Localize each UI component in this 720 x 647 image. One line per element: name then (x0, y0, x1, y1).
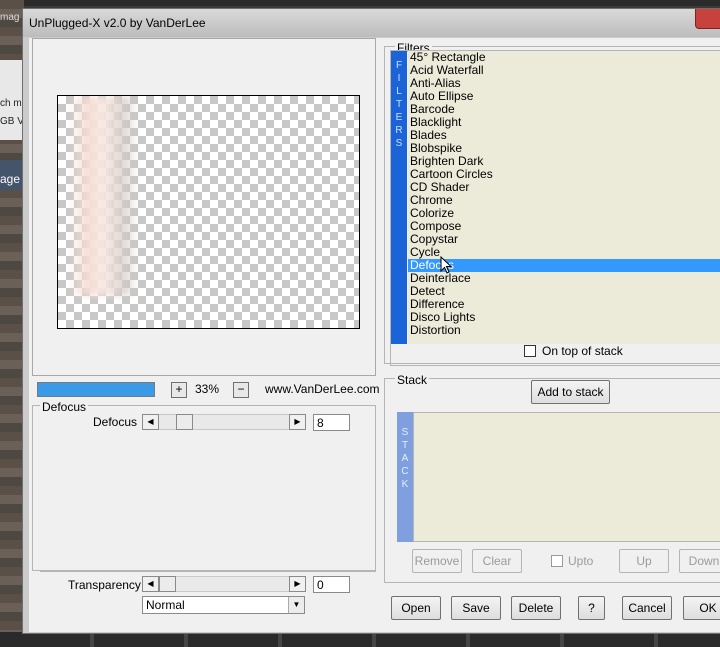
defocus-slider-thumb[interactable] (176, 414, 193, 430)
upto-label: Upto (568, 554, 594, 568)
list-item[interactable]: Blacklight (408, 116, 720, 129)
close-button[interactable] (695, 9, 720, 29)
tab-letter: K (401, 479, 409, 490)
transparency-slider-track[interactable] (159, 576, 289, 592)
filters-list[interactable]: 45° Rectangle Acid Waterfall Anti-Alias … (408, 51, 720, 344)
list-item[interactable]: Copystar (408, 233, 720, 246)
tab-letter: L (396, 86, 402, 97)
progress-bar (37, 382, 155, 397)
tab-letter: T (401, 440, 409, 451)
tab-letter: T (395, 99, 403, 110)
upto-checkbox[interactable] (551, 555, 563, 567)
background-text: mag (0, 12, 20, 23)
filters-list-box: F I L T E R S 45° Rectangle Acid Waterfa… (390, 50, 720, 366)
on-top-of-stack-label: On top of stack (542, 344, 623, 358)
tab-letter: F (395, 60, 403, 71)
preview-image[interactable] (57, 95, 360, 329)
mouse-cursor-icon (440, 256, 453, 274)
list-item[interactable]: Distortion (408, 324, 720, 337)
transparency-slider-thumb[interactable] (159, 576, 176, 592)
tab-letter: C (401, 466, 409, 477)
zoom-level: 33% (195, 382, 220, 396)
clear-button[interactable]: Clear (472, 549, 522, 573)
delete-button[interactable]: Delete (511, 596, 561, 620)
tab-letter: R (395, 125, 403, 136)
defocus-group-title: Defocus (40, 400, 89, 414)
stack-list[interactable] (413, 412, 720, 542)
window-title: UnPlugged-X v2.0 by VanDerLee (29, 16, 206, 30)
list-item[interactable]: Chrome (408, 194, 720, 207)
background-taskbar (0, 0, 720, 6)
website-link[interactable]: www.VanDerLee.com (265, 382, 380, 396)
open-button[interactable]: Open (391, 596, 441, 620)
tab-letter: I (397, 73, 401, 84)
chevron-down-icon[interactable]: ▼ (288, 597, 304, 613)
tab-letter: A (401, 453, 409, 464)
unplugged-dialog: UnPlugged-X v2.0 by VanDerLee + 33% − ww… (22, 8, 720, 634)
blend-mode-select[interactable]: Normal ▼ (142, 596, 305, 614)
tab-letter: S (395, 138, 403, 149)
save-button[interactable]: Save (451, 596, 501, 620)
dialog-client: + 33% − www.VanDerLee.com Defocus Defocu… (29, 38, 720, 632)
transparency-slider-right-arrow[interactable]: ▶ (289, 576, 306, 592)
defocus-label: Defocus (93, 415, 138, 429)
help-button[interactable]: ? (578, 596, 605, 620)
transparency-value-field[interactable]: 0 (313, 576, 350, 593)
defocus-value-field[interactable]: 8 (313, 414, 350, 431)
defocus-slider-left-arrow[interactable]: ◀ (142, 414, 159, 430)
list-item[interactable]: Cycle (408, 246, 720, 259)
tab-letter: E (395, 112, 403, 123)
background-text: age (0, 172, 21, 186)
on-top-of-stack-checkbox[interactable] (524, 345, 536, 357)
cancel-button[interactable]: Cancel (622, 596, 672, 620)
background-text: GB V (0, 116, 24, 127)
list-item[interactable]: Deinterlace (408, 272, 720, 285)
filters-tab[interactable]: F I L T E R S (391, 51, 407, 344)
background-bottom-bar (0, 632, 720, 647)
zoom-out-button[interactable]: − (233, 382, 249, 398)
preview-blur-region (68, 96, 138, 296)
list-item[interactable]: CD Shader (408, 181, 720, 194)
transparency-label: Transparency (68, 578, 141, 592)
preview-panel (32, 38, 376, 376)
move-down-button[interactable]: Down (679, 549, 720, 573)
stack-tab[interactable]: S T A C K (397, 412, 413, 542)
tab-letter: S (401, 427, 409, 438)
ok-button[interactable]: OK (683, 596, 720, 620)
title-bar[interactable]: UnPlugged-X v2.0 by VanDerLee (23, 9, 720, 37)
stack-group-title: Stack (395, 373, 430, 387)
add-to-stack-button[interactable]: Add to stack (531, 380, 610, 404)
defocus-slider-right-arrow[interactable]: ▶ (289, 414, 306, 430)
background-text: ch m (0, 98, 22, 109)
remove-button[interactable]: Remove (412, 549, 462, 573)
blend-mode-value: Normal (146, 598, 185, 612)
move-up-button[interactable]: Up (619, 549, 669, 573)
zoom-in-button[interactable]: + (171, 382, 187, 398)
divider (40, 571, 376, 572)
transparency-slider-left-arrow[interactable]: ◀ (142, 576, 159, 592)
